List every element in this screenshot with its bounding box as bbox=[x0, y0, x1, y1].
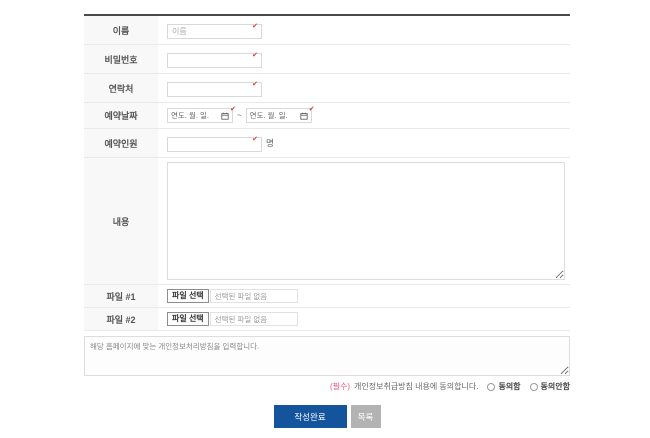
agreement-text: 개인정보취급방침 내용에 동의합니다. bbox=[354, 382, 479, 391]
required-tag: (필수) bbox=[329, 382, 351, 391]
file2-label: 파일 #2 bbox=[84, 308, 158, 330]
date-start-input[interactable]: 연도. 월. 일. ✔ bbox=[167, 106, 236, 123]
list-button[interactable]: 목록 bbox=[350, 405, 381, 428]
calendar-icon bbox=[221, 112, 229, 120]
password-label: 비밀번호 bbox=[84, 45, 158, 73]
file2-select-button[interactable]: 파일 선택 bbox=[167, 312, 209, 326]
disagree-radio[interactable] bbox=[529, 382, 538, 391]
content-textarea[interactable] bbox=[167, 162, 565, 280]
reservation-form: 이름 ✔ 비밀번호 ✔ 연락처 bbox=[84, 14, 570, 428]
contact-label: 연락처 bbox=[84, 74, 158, 102]
row-name: 이름 ✔ bbox=[84, 16, 570, 45]
row-file-1: 파일 #1 파일 선택 선택된 파일 없음 bbox=[84, 285, 570, 308]
row-contact: 연락처 ✔ bbox=[84, 74, 570, 103]
agree-radio-label[interactable]: 동의함 bbox=[498, 381, 520, 392]
headcount-label: 예약인원 bbox=[84, 129, 158, 157]
name-label: 이름 bbox=[84, 16, 158, 44]
form-table: 이름 ✔ 비밀번호 ✔ 연락처 bbox=[84, 14, 570, 331]
row-headcount: 예약인원 ✔ 명 bbox=[84, 129, 570, 158]
file1-select-button[interactable]: 파일 선택 bbox=[167, 289, 209, 303]
row-password: 비밀번호 ✔ bbox=[84, 45, 570, 74]
agreement-row: (필수) 개인정보취급방침 내용에 동의합니다. 동의함 동의안함 bbox=[84, 381, 570, 392]
required-check-icon: ✔ bbox=[308, 106, 315, 113]
file2-status: 선택된 파일 없음 bbox=[209, 312, 298, 326]
row-reservation-date: 예약날짜 연도. 월. 일. ✔ ~ 연도. 월. 일. ✔ bbox=[84, 103, 570, 129]
row-content: 내용 bbox=[84, 158, 570, 285]
headcount-input[interactable] bbox=[167, 137, 262, 152]
date-end-input[interactable]: 연도. 월. 일. ✔ bbox=[245, 106, 315, 123]
file1-status: 선택된 파일 없음 bbox=[209, 289, 298, 303]
required-check-icon: ✔ bbox=[230, 106, 236, 113]
reservation-date-label: 예약날짜 bbox=[84, 103, 158, 128]
password-input[interactable] bbox=[167, 53, 262, 68]
date-range-separator: ~ bbox=[237, 111, 242, 120]
action-buttons: 작성완료 목록 bbox=[84, 405, 570, 428]
disagree-radio-label[interactable]: 동의안함 bbox=[541, 381, 570, 392]
file1-label: 파일 #1 bbox=[84, 285, 158, 307]
name-input[interactable] bbox=[167, 24, 262, 39]
row-file-2: 파일 #2 파일 선택 선택된 파일 없음 bbox=[84, 308, 570, 331]
calendar-icon bbox=[300, 112, 308, 120]
headcount-unit: 명 bbox=[266, 138, 274, 148]
privacy-policy-textarea[interactable]: 해당 홈페이지에 맞는 개인정보처리방침을 입력합니다. bbox=[84, 336, 570, 376]
agree-radio[interactable] bbox=[487, 382, 496, 391]
contact-input[interactable] bbox=[167, 82, 262, 97]
content-label: 내용 bbox=[84, 158, 158, 284]
submit-button[interactable]: 작성완료 bbox=[273, 405, 347, 428]
